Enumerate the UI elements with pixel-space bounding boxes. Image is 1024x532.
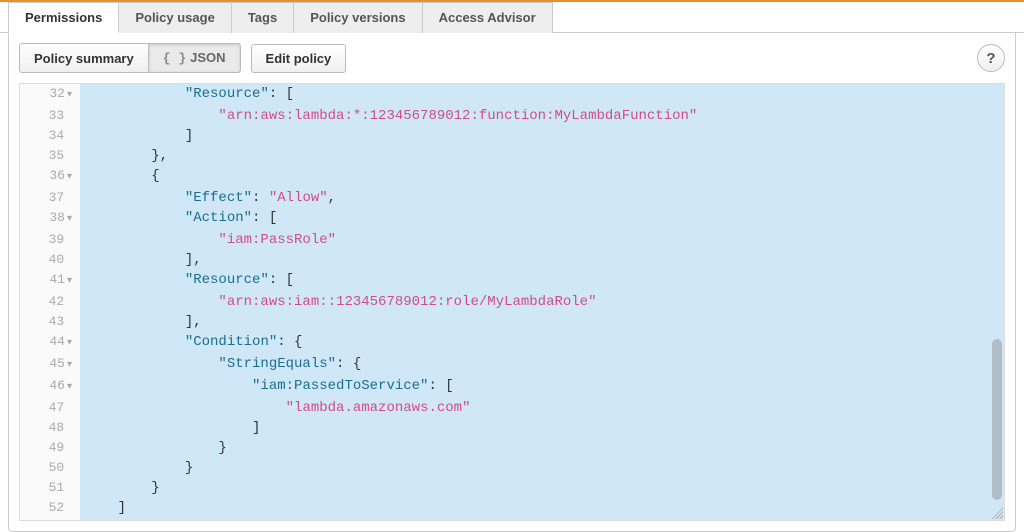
scrollbar-thumb[interactable]: [992, 339, 1002, 499]
code-line: 35 },: [20, 146, 1004, 166]
code-content[interactable]: "arn:aws:lambda:*:123456789012:function:…: [80, 106, 1004, 126]
code-line: 34 ]: [20, 126, 1004, 146]
code-line: 39 "iam:PassRole": [20, 230, 1004, 250]
code-line: 50 }: [20, 458, 1004, 478]
line-number: 34: [20, 126, 80, 146]
line-number: 35: [20, 146, 80, 166]
line-number: 45▾: [20, 354, 80, 376]
code-content[interactable]: "lambda.amazonaws.com": [80, 398, 1004, 418]
code-content[interactable]: ],: [80, 250, 1004, 270]
code-line: 52 ]: [20, 498, 1004, 518]
edit-policy-button[interactable]: Edit policy: [251, 44, 347, 73]
code-line: 33 "arn:aws:lambda:*:123456789012:functi…: [20, 106, 1004, 126]
code-content[interactable]: }: [80, 438, 1004, 458]
code-content[interactable]: }: [80, 518, 1004, 521]
tab-bar: PermissionsPolicy usageTagsPolicy versio…: [0, 0, 1024, 33]
line-number: 42: [20, 292, 80, 312]
code-content[interactable]: },: [80, 146, 1004, 166]
line-number: 47: [20, 398, 80, 418]
line-number: 44▾: [20, 332, 80, 354]
json-editor[interactable]: 32▾ "Resource": [33 "arn:aws:lambda:*:12…: [19, 83, 1005, 521]
line-number: 41▾: [20, 270, 80, 292]
line-number: 53: [20, 518, 80, 521]
code-content[interactable]: }: [80, 478, 1004, 498]
code-line: 41▾ "Resource": [: [20, 270, 1004, 292]
code-content[interactable]: }: [80, 458, 1004, 478]
code-content[interactable]: "Action": [: [80, 208, 1004, 230]
line-number: 40: [20, 250, 80, 270]
line-number: 49: [20, 438, 80, 458]
toolbar: Policy summary { } JSON Edit policy ?: [19, 43, 1005, 73]
code-line: 49 }: [20, 438, 1004, 458]
code-content[interactable]: ],: [80, 312, 1004, 332]
code-line: 36▾ {: [20, 166, 1004, 188]
code-line: 51 }: [20, 478, 1004, 498]
code-line: 53 }: [20, 518, 1004, 521]
code-line: 38▾ "Action": [: [20, 208, 1004, 230]
code-content[interactable]: ]: [80, 126, 1004, 146]
tab-permissions[interactable]: Permissions: [8, 2, 119, 33]
code-line: 42 "arn:aws:iam::123456789012:role/MyLam…: [20, 292, 1004, 312]
line-number: 36▾: [20, 166, 80, 188]
code-line: 45▾ "StringEquals": {: [20, 354, 1004, 376]
tab-tags[interactable]: Tags: [231, 2, 294, 33]
code-content[interactable]: {: [80, 166, 1004, 188]
line-number: 46▾: [20, 376, 80, 398]
code-line: 47 "lambda.amazonaws.com": [20, 398, 1004, 418]
braces-icon: { }: [163, 51, 186, 66]
code-content[interactable]: "iam:PassRole": [80, 230, 1004, 250]
scrollbar[interactable]: [992, 86, 1002, 508]
line-number: 33: [20, 106, 80, 126]
line-number: 50: [20, 458, 80, 478]
line-number: 48: [20, 418, 80, 438]
code-line: 32▾ "Resource": [: [20, 84, 1004, 106]
help-button[interactable]: ?: [977, 44, 1005, 72]
json-view-label: JSON: [190, 50, 225, 65]
code-line: 37 "Effect": "Allow",: [20, 188, 1004, 208]
code-content[interactable]: ]: [80, 498, 1004, 518]
code-content[interactable]: "Resource": [: [80, 270, 1004, 292]
line-number: 43: [20, 312, 80, 332]
code-content[interactable]: "StringEquals": {: [80, 354, 1004, 376]
line-number: 38▾: [20, 208, 80, 230]
json-view-button[interactable]: { } JSON: [148, 43, 241, 73]
code-line: 44▾ "Condition": {: [20, 332, 1004, 354]
code-content[interactable]: "arn:aws:iam::123456789012:role/MyLambda…: [80, 292, 1004, 312]
tab-policy-versions[interactable]: Policy versions: [293, 2, 422, 33]
tab-policy-usage[interactable]: Policy usage: [118, 2, 231, 33]
code-line: 43 ],: [20, 312, 1004, 332]
code-content[interactable]: ]: [80, 418, 1004, 438]
code-content[interactable]: "Resource": [: [80, 84, 1004, 106]
code-line: 40 ],: [20, 250, 1004, 270]
question-icon: ?: [986, 50, 995, 67]
line-number: 37: [20, 188, 80, 208]
code-content[interactable]: "Effect": "Allow",: [80, 188, 1004, 208]
code-line: 46▾ "iam:PassedToService": [: [20, 376, 1004, 398]
line-number: 32▾: [20, 84, 80, 106]
view-toggle-group: Policy summary { } JSON: [19, 43, 241, 73]
code-line: 48 ]: [20, 418, 1004, 438]
tab-access-advisor[interactable]: Access Advisor: [422, 2, 553, 33]
line-number: 52: [20, 498, 80, 518]
resize-grip[interactable]: [991, 507, 1003, 519]
line-number: 39: [20, 230, 80, 250]
line-number: 51: [20, 478, 80, 498]
policy-summary-button[interactable]: Policy summary: [19, 43, 149, 73]
code-content[interactable]: "iam:PassedToService": [: [80, 376, 1004, 398]
code-content[interactable]: "Condition": {: [80, 332, 1004, 354]
permissions-panel: Policy summary { } JSON Edit policy ? 32▾…: [8, 33, 1016, 532]
